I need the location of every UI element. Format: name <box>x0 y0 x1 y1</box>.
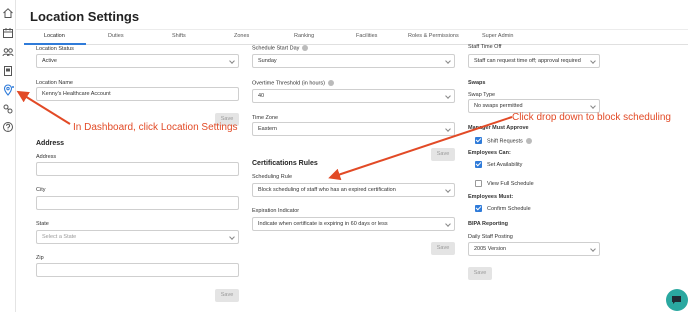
address-section-title: Address <box>36 140 65 147</box>
overtime-value: 40 <box>258 93 265 99</box>
overtime-label: Overtime Threshold (in hours) <box>252 80 334 86</box>
state-placeholder: Select a State <box>42 234 77 240</box>
chevron-down-icon <box>445 58 451 64</box>
bipa-title: BIPA Reporting <box>468 221 509 227</box>
scheduling-rule-label: Scheduling Rule <box>252 174 293 180</box>
swaps-title: Swaps <box>468 80 486 86</box>
chevron-down-icon <box>445 93 451 99</box>
save-button[interactable]: Save <box>431 148 455 161</box>
save-button[interactable]: Save <box>215 289 239 302</box>
chevron-down-icon <box>445 126 451 132</box>
certifications-section-title: Certifications Rules <box>252 160 318 167</box>
tab-bar: Location Duties Shifts Zones Ranking Fac… <box>24 31 688 45</box>
zip-input[interactable] <box>36 263 239 277</box>
city-label: City <box>36 187 46 193</box>
address-label: Address <box>36 154 57 160</box>
scheduling-rule-select[interactable]: Block scheduling of staff who has an exp… <box>252 183 455 197</box>
view-full-schedule-checkbox[interactable] <box>475 180 482 187</box>
zip-label: Zip <box>36 255 44 261</box>
active-indicator <box>12 86 14 88</box>
chevron-down-icon <box>590 58 596 64</box>
state-select[interactable]: Select a State <box>36 230 239 244</box>
info-icon[interactable] <box>327 80 334 86</box>
shift-requests-checkbox[interactable] <box>475 137 482 144</box>
staff-time-off-select[interactable]: Staff can request time off; approval req… <box>468 54 600 68</box>
chevron-down-icon <box>229 234 235 240</box>
confirm-schedule-checkbox[interactable] <box>475 205 482 212</box>
swap-type-label: Swap Type <box>468 92 496 98</box>
tab-facilities[interactable]: Facilities <box>356 33 377 39</box>
info-icon[interactable] <box>525 138 532 144</box>
timezone-select[interactable]: Eastern <box>252 122 455 136</box>
tab-roles-permissions[interactable]: Roles & Permissions <box>408 33 459 39</box>
expiration-select[interactable]: Indicate when certificate is expiring in… <box>252 217 455 231</box>
daily-staff-select[interactable]: 2005 Version <box>468 242 600 256</box>
location-status-value: Active <box>42 58 57 64</box>
city-input[interactable] <box>36 196 239 210</box>
set-availability-checkbox[interactable] <box>475 161 482 168</box>
manager-approve-title: Manager Must Approve <box>468 125 529 131</box>
schedule-start-value: Sunday <box>258 58 277 64</box>
address-input[interactable] <box>36 162 239 176</box>
location-status-select[interactable]: Active <box>36 54 239 68</box>
employees-must-title: Employees Must: <box>468 194 514 200</box>
state-label: State <box>36 221 49 227</box>
help-icon[interactable] <box>2 121 14 133</box>
save-button[interactable]: Save <box>431 242 455 255</box>
timezone-label: Time Zone <box>252 115 279 121</box>
chat-icon <box>672 296 681 304</box>
home-icon[interactable] <box>2 7 14 19</box>
tab-duties[interactable]: Duties <box>108 33 124 39</box>
save-button[interactable]: Save <box>468 267 492 280</box>
chat-button[interactable] <box>666 289 688 311</box>
view-full-schedule-label: View Full Schedule <box>487 181 534 187</box>
location-status-label: Location Status <box>36 46 74 52</box>
schedule-start-select[interactable]: Sunday <box>252 54 455 68</box>
employees-can-title: Employees Can: <box>468 150 511 156</box>
daily-staff-value: 2005 Version <box>474 246 507 252</box>
location-name-input[interactable]: Kenny's Healthcare Account <box>36 87 239 101</box>
chevron-down-icon <box>445 187 451 193</box>
staff-time-off-label: Staff Time Off <box>468 44 502 50</box>
active-tab-underline <box>24 43 86 45</box>
shift-requests-label: Shift Requests <box>487 138 532 144</box>
users-icon[interactable] <box>2 46 14 58</box>
divider <box>16 29 688 30</box>
chevron-down-icon <box>590 246 596 252</box>
clipboard-icon[interactable] <box>2 65 14 77</box>
chevron-down-icon <box>445 221 451 227</box>
chevron-down-icon <box>229 58 235 64</box>
swap-type-select[interactable]: No swaps permitted <box>468 99 600 113</box>
sidebar <box>0 0 16 312</box>
tab-super-admin[interactable]: Super Admin <box>482 33 514 39</box>
expiration-label: Expiration Indicator <box>252 208 300 214</box>
swap-type-value: No swaps permitted <box>474 103 523 109</box>
location-name-label: Location Name <box>36 80 73 86</box>
annotation-left: In Dashboard, click Location Settings <box>73 122 238 133</box>
set-availability-label: Set Availability <box>487 162 523 168</box>
daily-staff-label: Daily Staff Posting <box>468 234 513 240</box>
expiration-value: Indicate when certificate is expiring in… <box>258 221 388 227</box>
tab-shifts[interactable]: Shifts <box>172 33 186 39</box>
tab-location[interactable]: Location <box>44 33 65 39</box>
link-icon[interactable] <box>2 103 14 115</box>
staff-time-off-value: Staff can request time off; approval req… <box>474 58 581 64</box>
calendar-icon[interactable] <box>2 27 14 39</box>
annotation-right: Click drop down to block scheduling <box>512 112 671 123</box>
overtime-select[interactable]: 40 <box>252 89 455 103</box>
page-title: Location Settings <box>30 9 140 24</box>
info-icon[interactable] <box>302 45 309 51</box>
tab-ranking[interactable]: Ranking <box>294 33 314 39</box>
timezone-value: Eastern <box>258 126 277 132</box>
chevron-down-icon <box>590 103 596 109</box>
scheduling-rule-value: Block scheduling of staff who has an exp… <box>258 187 396 193</box>
tab-zones[interactable]: Zones <box>234 33 249 39</box>
confirm-schedule-label: Confirm Schedule <box>487 206 531 212</box>
schedule-start-label: Schedule Start Day <box>252 45 309 51</box>
